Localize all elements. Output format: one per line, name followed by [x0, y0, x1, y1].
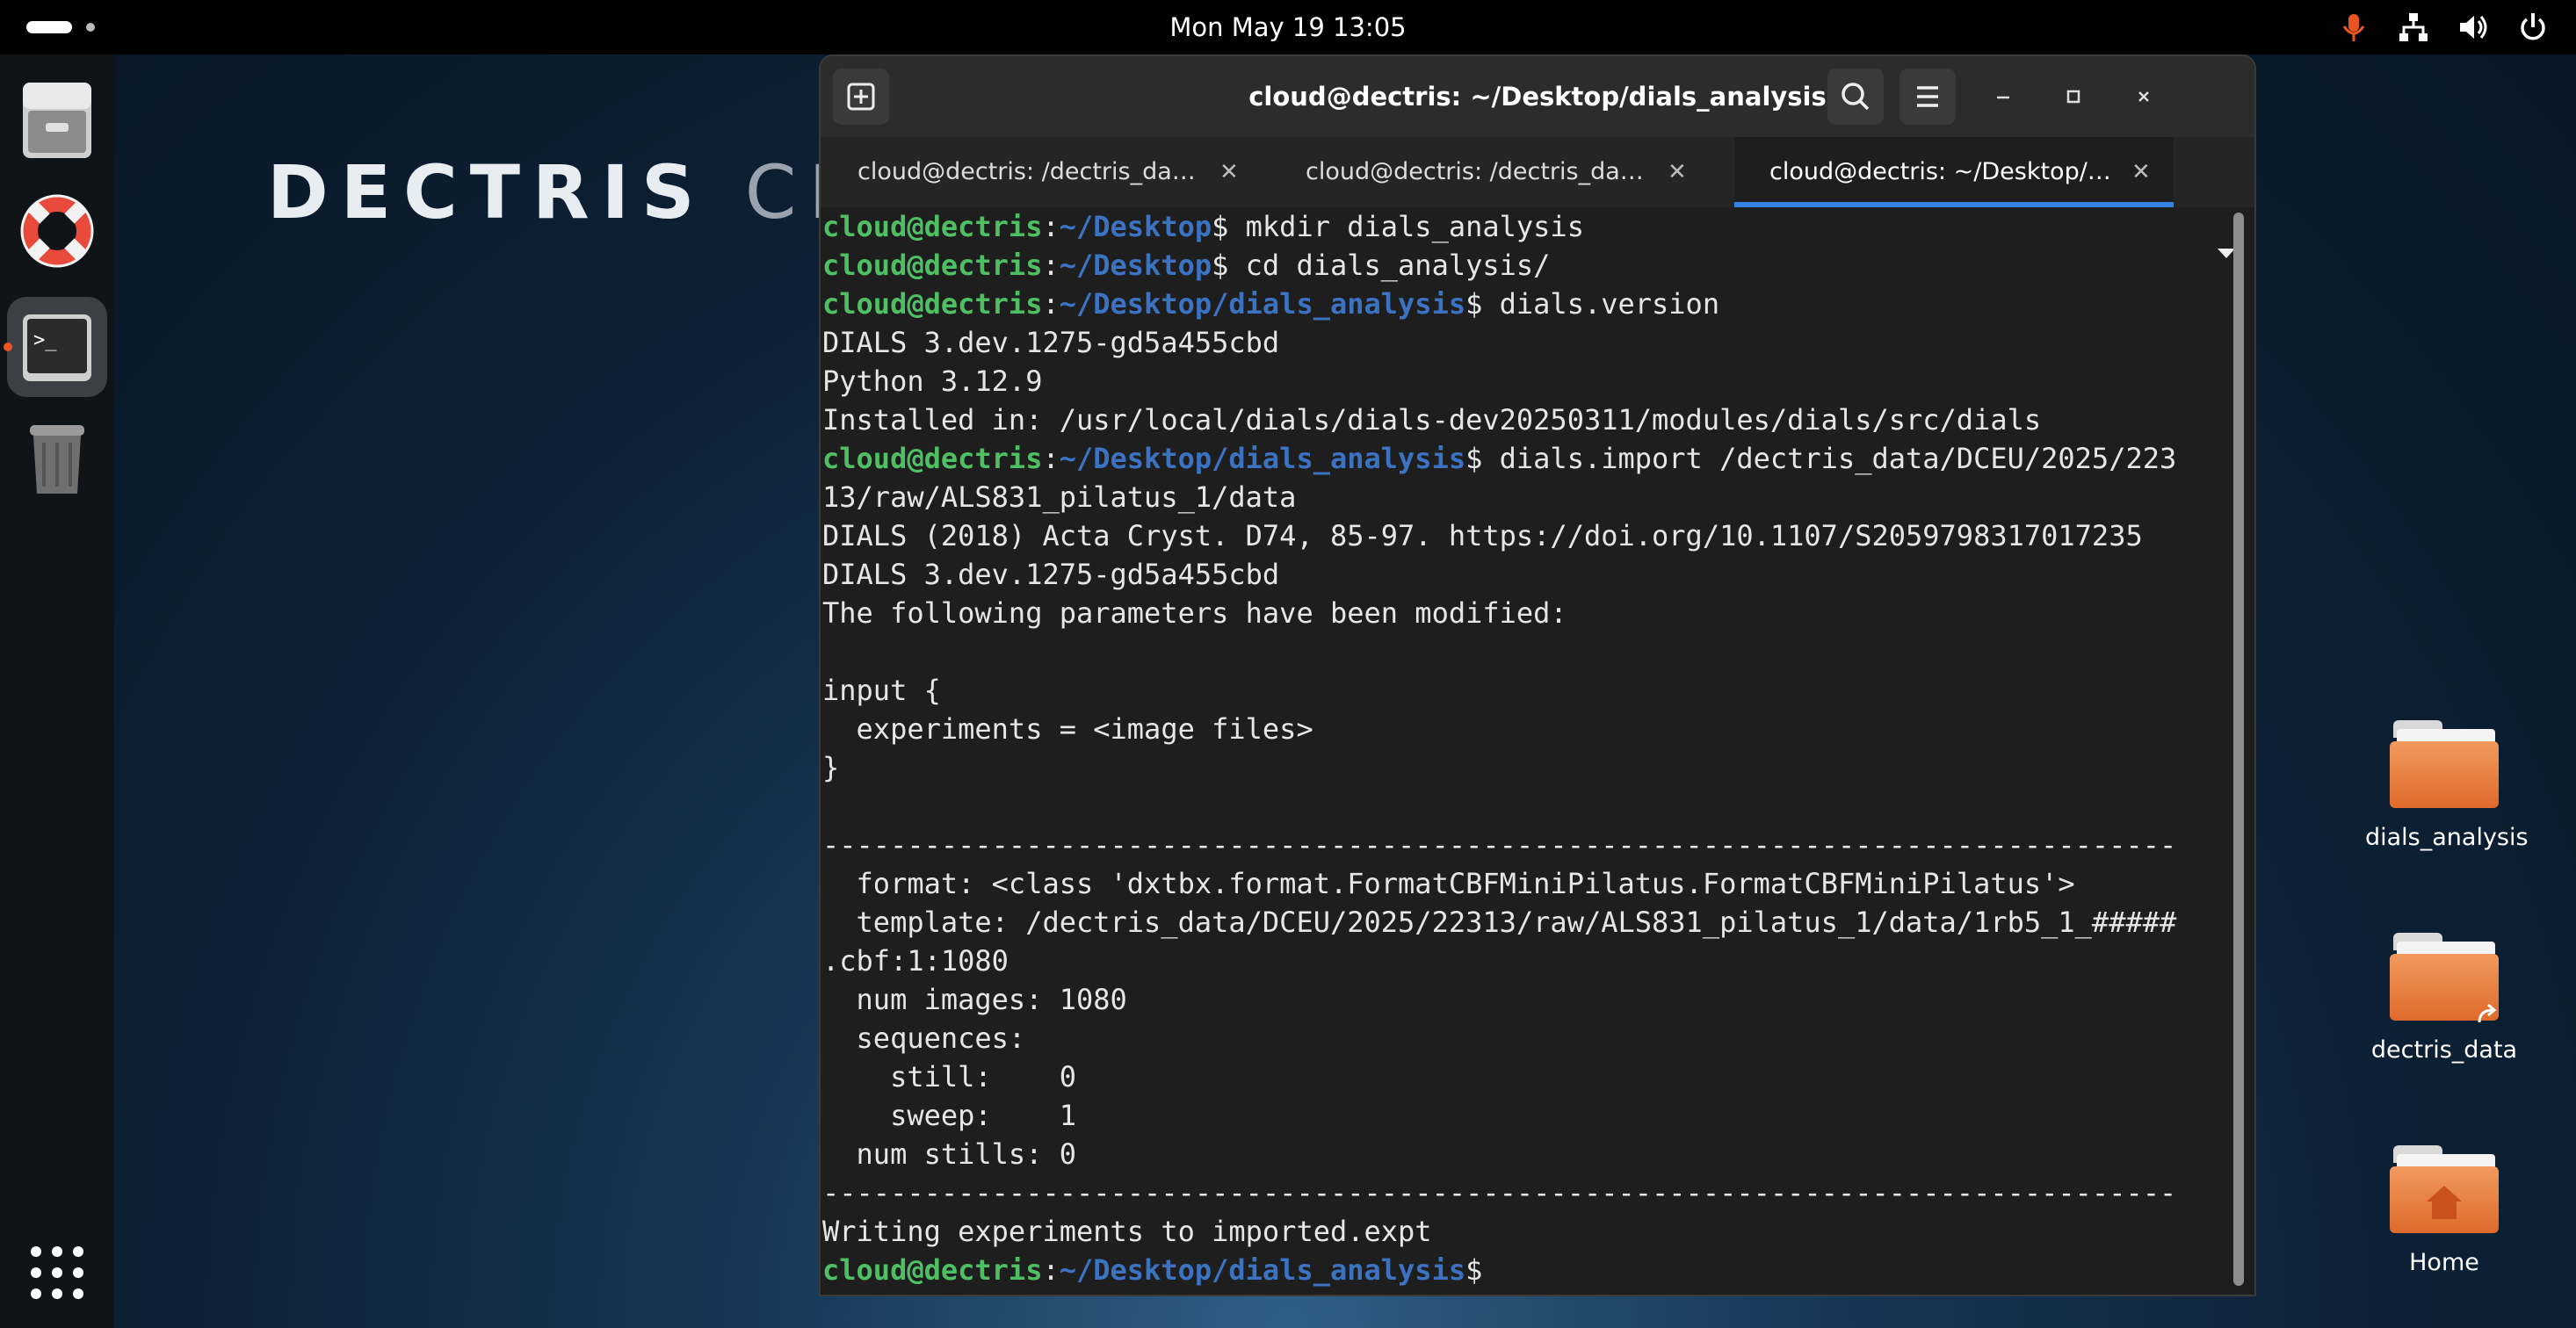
output-line: 13/raw/ALS831_pilatus_1/data [822, 480, 1297, 514]
menu-button[interactable] [1899, 69, 1956, 125]
output-line: num images: 1080 [822, 983, 1127, 1016]
power-icon[interactable] [2516, 11, 2550, 44]
output-line: sequences: [822, 1021, 1026, 1055]
prompt-line: cloud@dectris:~/Desktop$ cd dials_analys… [822, 246, 1550, 285]
terminal-window[interactable]: cloud@dectris: ~/Desktop/dials_analysis … [821, 56, 2254, 1295]
output-line: experiments = <image files> [822, 712, 1313, 746]
output-line: Installed in: /usr/local/dials/dials-dev… [822, 403, 2042, 437]
prompt-separator: : [1042, 442, 1060, 475]
output-line: ----------------------------------------… [822, 828, 2177, 862]
network-icon[interactable] [2397, 11, 2430, 44]
output-line: format: <class 'dxtbx.format.FormatCBFMi… [822, 867, 2075, 900]
tab-label: cloud@dectris: /dectris_da… [857, 158, 1196, 185]
prompt-separator: : [1042, 1253, 1060, 1287]
minimize-icon [1997, 96, 2009, 99]
prompt-path: ~/Desktop [1059, 249, 1212, 282]
prompt-separator: : [1042, 249, 1060, 282]
prompt-path: ~/Desktop [1059, 210, 1212, 243]
prompt-path: ~/Desktop/dials_analysis [1059, 442, 1466, 475]
command-text: $ dials.version [1465, 287, 1720, 321]
trash-icon[interactable] [7, 408, 107, 508]
search-icon [1842, 83, 1870, 111]
new-tab-icon [847, 83, 875, 111]
output-line: The following parameters have been modif… [822, 596, 1567, 630]
maximize-icon [2066, 90, 2080, 104]
prompt-line: cloud@dectris:~/Desktop/dials_analysis$ … [822, 285, 1719, 323]
dock: >_ [0, 54, 114, 1328]
terminal-output[interactable]: cloud@dectris:~/Desktop$ mkdir dials_ana… [821, 207, 2226, 1295]
window-titlebar[interactable]: cloud@dectris: ~/Desktop/dials_analysis [821, 56, 2254, 137]
output-line: .cbf:1:1080 [822, 944, 1009, 978]
command-text: $ mkdir dials_analysis [1212, 210, 1584, 243]
scrollbar[interactable] [2233, 213, 2244, 1286]
running-indicator [4, 343, 12, 351]
tab-2[interactable]: cloud@dectris: /dectris_da… ✕ [1270, 137, 1710, 207]
output-line: sweep: 1 [822, 1099, 1076, 1132]
prompt-line: cloud@dectris:~/Desktop$ mkdir dials_ana… [822, 207, 1584, 246]
volume-icon[interactable] [2457, 11, 2490, 44]
prompt-user: cloud@dectris [822, 442, 1043, 475]
close-icon [2138, 91, 2149, 102]
workspace-indicator [86, 23, 95, 32]
prompt-user: cloud@dectris [822, 249, 1043, 282]
output-line: ----------------------------------------… [822, 1176, 2177, 1209]
system-tray[interactable] [2337, 11, 2550, 44]
app-grid-icon[interactable] [7, 1223, 107, 1323]
tab-bar: cloud@dectris: /dectris_da… ✕ cloud@dect… [821, 137, 2254, 258]
prompt-path: ~/Desktop/dials_analysis [1059, 1253, 1466, 1287]
home-folder-icon [2390, 1145, 2499, 1233]
maximize-button[interactable] [2052, 76, 2095, 118]
output-line: Python 3.12.9 [822, 364, 1043, 398]
desktop-icon-dials-analysis[interactable]: dials_analysis [2365, 720, 2529, 851]
tab-label: cloud@dectris: ~/Desktop/… [1769, 158, 2111, 185]
hamburger-menu-icon [1917, 86, 1938, 107]
desktop-icon-home[interactable]: Home [2365, 1145, 2523, 1276]
output-line: template: /dectris_data/DCEU/2025/22313/… [822, 906, 2177, 939]
output-line: DIALS 3.dev.1275-gd5a455cbd [822, 326, 1280, 359]
desktop-icon-label: dectris_data [2370, 1036, 2518, 1064]
prompt-user: cloud@dectris [822, 210, 1043, 243]
command-text: $ cd dials_analysis/ [1212, 249, 1551, 282]
command-text: $ [1465, 1253, 1483, 1287]
folder-link-icon [2390, 933, 2499, 1023]
output-line: } [822, 751, 840, 784]
files-icon[interactable] [7, 70, 107, 170]
prompt-separator: : [1042, 210, 1060, 243]
svg-text:>_: >_ [33, 329, 57, 351]
prompt-separator: : [1042, 287, 1060, 321]
tab-close-icon[interactable]: ✕ [1219, 137, 1239, 207]
minimize-button[interactable] [1982, 76, 2024, 118]
folder-icon [2390, 720, 2499, 808]
help-lifebuoy-icon[interactable] [7, 181, 107, 281]
tab-close-icon[interactable]: ✕ [2131, 137, 2151, 207]
desktop-icon-dectris-data[interactable]: dectris_data [2365, 933, 2523, 1064]
output-line: num stills: 0 [822, 1137, 1076, 1171]
prompt-path: ~/Desktop/dials_analysis [1059, 287, 1466, 321]
output-line: input { [822, 674, 941, 707]
tab-label: cloud@dectris: /dectris_da… [1306, 158, 1644, 185]
prompt-user: cloud@dectris [822, 1253, 1043, 1287]
search-button[interactable] [1827, 69, 1884, 125]
output-line: DIALS 3.dev.1275-gd5a455cbd [822, 558, 1280, 591]
top-bar: Mon May 19 13:05 [0, 0, 2576, 54]
command-text: $ dials.import /dectris_data/DCEU/2025/2… [1465, 442, 2177, 475]
new-tab-button[interactable] [833, 69, 889, 125]
tab-1[interactable]: cloud@dectris: /dectris_da… ✕ [822, 137, 1262, 207]
terminal-icon[interactable]: >_ [7, 297, 107, 397]
prompt-user: cloud@dectris [822, 287, 1043, 321]
microphone-icon[interactable] [2337, 11, 2370, 44]
output-line: Writing experiments to imported.expt [822, 1215, 1432, 1248]
close-button[interactable] [2123, 76, 2165, 118]
prompt-line: cloud@dectris:~/Desktop/dials_analysis$ … [822, 439, 2176, 478]
output-line: still: 0 [822, 1060, 1076, 1093]
prompt-line: cloud@dectris:~/Desktop/dials_analysis$ [822, 1251, 1482, 1289]
desktop-icon-label: dials_analysis [2365, 824, 2529, 851]
desktop-icon-label: Home [2409, 1249, 2479, 1276]
workspace-indicator-active [26, 21, 72, 33]
clock[interactable]: Mon May 19 13:05 [1142, 0, 1434, 54]
output-line: DIALS (2018) Acta Cryst. D74, 85-97. htt… [822, 519, 2143, 552]
tab-3-active[interactable]: cloud@dectris: ~/Desktop/… ✕ [1734, 137, 2174, 207]
tab-close-icon[interactable]: ✕ [1668, 137, 1687, 207]
